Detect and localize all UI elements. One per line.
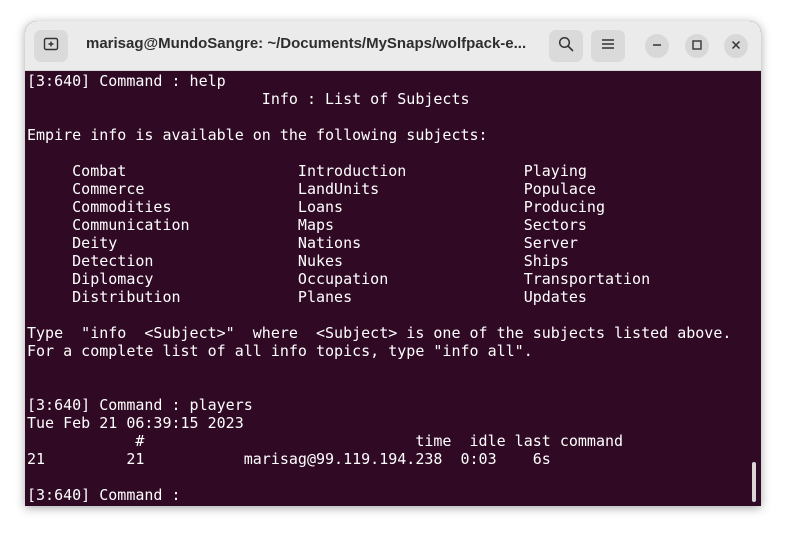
new-tab-button[interactable] <box>34 30 68 62</box>
scrollbar-thumb[interactable] <box>752 462 756 502</box>
command-prompt[interactable]: [3:640] Command : <box>27 486 731 504</box>
window-title: marisag@MundoSangre: ~/Documents/MySnaps… <box>86 35 527 52</box>
terminal-line: Commodities Loans Producing <box>27 198 605 216</box>
search-button[interactable] <box>549 30 583 62</box>
menu-button[interactable] <box>591 30 625 62</box>
terminal-line: Empire info is available on the followin… <box>27 126 488 144</box>
hamburger-menu-icon <box>601 37 615 56</box>
terminal-line: Detection Nukes Ships <box>27 252 569 270</box>
maximize-icon <box>692 37 702 55</box>
new-tab-icon <box>43 36 59 57</box>
minimize-button[interactable] <box>645 34 669 58</box>
terminal-line: [3:640] Command : help <box>27 72 226 90</box>
terminal-line: Combat Introduction Playing <box>27 162 587 180</box>
close-button[interactable] <box>724 34 748 58</box>
title-bar[interactable]: marisag@MundoSangre: ~/Documents/MySnaps… <box>25 21 761 71</box>
maximize-button[interactable] <box>685 34 709 58</box>
terminal-lines: [3:640] Command : help Info : List of Su… <box>27 72 731 504</box>
terminal-line: Type "info <Subject>" where <Subject> is… <box>27 324 732 342</box>
terminal-line: Distribution Planes Updates <box>27 288 587 306</box>
terminal-line: Info : List of Subjects <box>27 90 470 108</box>
terminal-window: marisag@MundoSangre: ~/Documents/MySnaps… <box>25 21 761 506</box>
terminal-line: 21 21 marisag@99.119.194.238 0:03 6s <box>27 450 551 468</box>
terminal-line: Diplomacy Occupation Transportation <box>27 270 651 288</box>
search-icon <box>558 36 574 57</box>
minimize-icon <box>652 37 662 55</box>
terminal-output[interactable]: [3:640] Command : help Info : List of Su… <box>25 71 761 506</box>
terminal-line: Communication Maps Sectors <box>27 216 587 234</box>
terminal-line: # time idle last command <box>27 432 624 450</box>
terminal-line: Commerce LandUnits Populace <box>27 180 596 198</box>
terminal-line: Tue Feb 21 06:39:15 2023 <box>27 414 244 432</box>
terminal-line: Deity Nations Server <box>27 234 578 252</box>
terminal-line: [3:640] Command : players <box>27 396 253 414</box>
close-icon <box>731 37 741 55</box>
terminal-line: For a complete list of all info topics, … <box>27 342 533 360</box>
